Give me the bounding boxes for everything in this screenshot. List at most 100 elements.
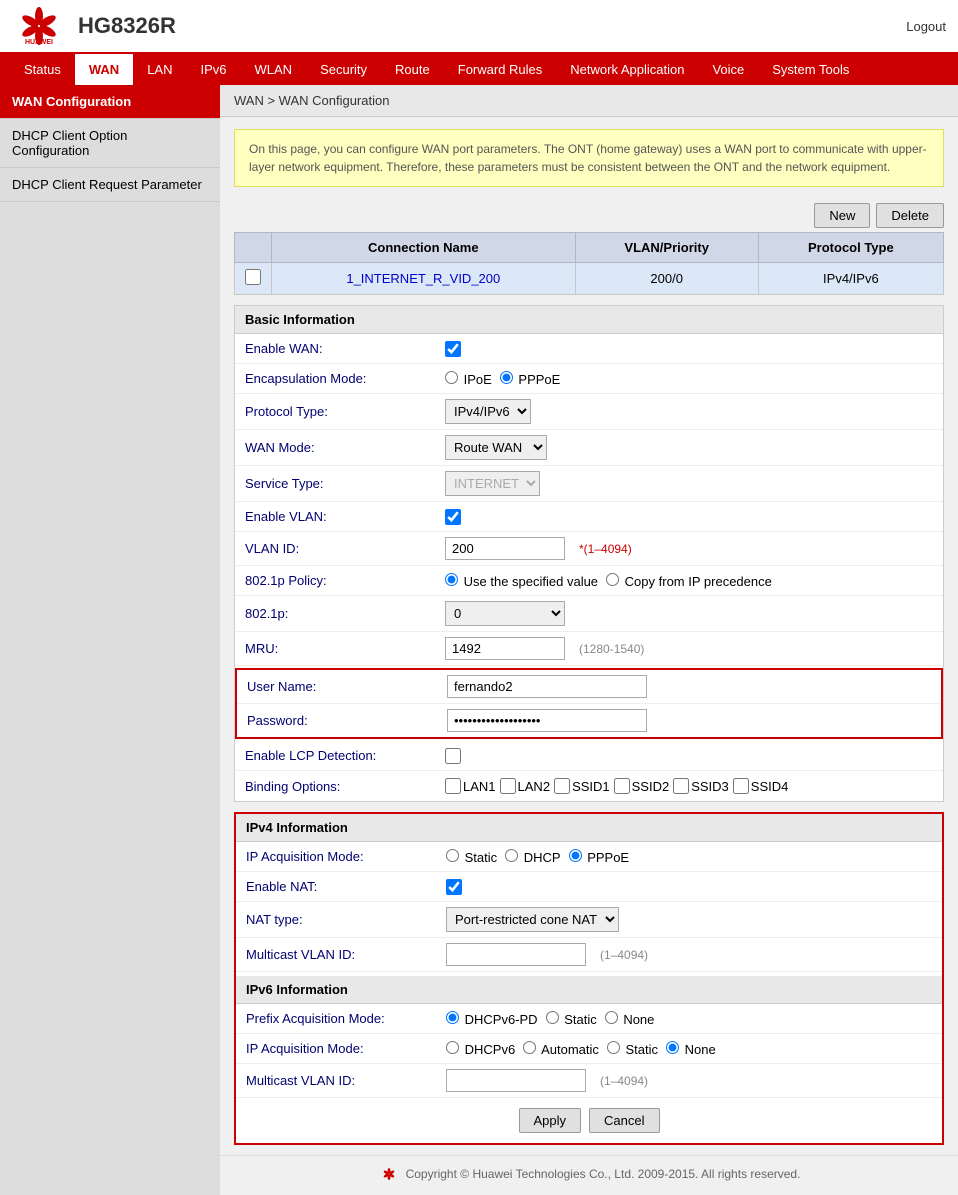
ipv6-static-label[interactable]: Static [607, 1041, 658, 1057]
use-specified-label[interactable]: Use the specified value [445, 573, 598, 589]
nav-item-route[interactable]: Route [381, 54, 444, 85]
vlan-id-row: VLAN ID: *(1–4094) [235, 532, 943, 566]
dhcpv6pd-label[interactable]: DHCPv6-PD [446, 1011, 538, 1027]
pppoe-label[interactable]: PPPoE [500, 371, 561, 387]
automatic-label[interactable]: Automatic [523, 1041, 599, 1057]
protocol-type-select[interactable]: IPv4/IPv6 [445, 399, 531, 424]
use-specified-radio[interactable] [445, 573, 458, 586]
binding-control: LAN1 LAN2 SSID1 SSID2 SSID3 SSID4 [445, 778, 933, 794]
service-type-control: INTERNET [445, 471, 933, 496]
col-vlan-priority: VLAN/Priority [575, 233, 758, 263]
nav-item-wan[interactable]: WAN [75, 54, 133, 85]
nav-item-ipv6[interactable]: IPv6 [187, 54, 241, 85]
static-label[interactable]: Static [446, 849, 497, 865]
ipoe-radio[interactable] [445, 371, 458, 384]
encapsulation-row: Encapsulation Mode: IPoE PPPoE [235, 364, 943, 394]
lan2-binding[interactable]: LAN2 [500, 778, 551, 794]
main-nav: Status WAN LAN IPv6 WLAN Security Route … [0, 54, 958, 85]
nav-item-status[interactable]: Status [10, 54, 75, 85]
ssid4-checkbox[interactable] [733, 778, 749, 794]
row-checkbox[interactable] [245, 269, 261, 285]
ipv6-none-radio[interactable] [666, 1041, 679, 1054]
logout-button[interactable]: Logout [906, 19, 946, 34]
ipv6-multicast-row: Multicast VLAN ID: (1–4094) [236, 1064, 942, 1098]
col-connection-name: Connection Name [272, 233, 576, 263]
service-type-row: Service Type: INTERNET [235, 466, 943, 502]
multicast-vlan-input[interactable] [446, 943, 586, 966]
nav-item-system-tools[interactable]: System Tools [758, 54, 863, 85]
delete-button[interactable]: Delete [876, 203, 944, 228]
pppoe-ipacq-radio[interactable] [569, 849, 582, 862]
nav-item-wlan[interactable]: WLAN [241, 54, 307, 85]
sidebar-item-wan-config[interactable]: WAN Configuration [0, 85, 220, 119]
dhcp-label[interactable]: DHCP [505, 849, 560, 865]
nav-item-voice[interactable]: Voice [698, 54, 758, 85]
copy-ip-label[interactable]: Copy from IP precedence [606, 573, 772, 589]
footer-logo: Copyright © Huawei Technologies Co., Ltd… [378, 1166, 801, 1182]
ssid1-checkbox[interactable] [554, 778, 570, 794]
mru-input[interactable] [445, 637, 565, 660]
ssid4-binding[interactable]: SSID4 [733, 778, 789, 794]
enable-vlan-checkbox[interactable] [445, 509, 461, 525]
table-actions: New Delete [220, 199, 958, 232]
apply-button[interactable]: Apply [519, 1108, 582, 1133]
static-radio[interactable] [446, 849, 459, 862]
ipv6-multicast-input[interactable] [446, 1069, 586, 1092]
new-button[interactable]: New [814, 203, 870, 228]
val-8021p-select[interactable]: 0 1234567 [445, 601, 565, 626]
connection-name-cell[interactable]: 1_INTERNET_R_VID_200 [272, 263, 576, 295]
vlan-id-input[interactable] [445, 537, 565, 560]
protocol-type-control: IPv4/IPv6 [445, 399, 933, 424]
pppoe-ipacq-label[interactable]: PPPoE [569, 849, 630, 865]
dhcpv6-radio[interactable] [446, 1041, 459, 1054]
ssid1-binding[interactable]: SSID1 [554, 778, 610, 794]
nav-item-lan[interactable]: LAN [133, 54, 186, 85]
nat-type-row: NAT type: Port-restricted cone NAT Full … [236, 902, 942, 938]
ssid2-checkbox[interactable] [614, 778, 630, 794]
enable-nat-checkbox[interactable] [446, 879, 462, 895]
lan1-binding[interactable]: LAN1 [445, 778, 496, 794]
lan2-checkbox[interactable] [500, 778, 516, 794]
dhcpv6-label[interactable]: DHCPv6 [446, 1041, 515, 1057]
encapsulation-label: Encapsulation Mode: [245, 371, 445, 386]
dhcp-radio[interactable] [505, 849, 518, 862]
nat-type-control: Port-restricted cone NAT Full cone NAT R… [446, 907, 932, 932]
ip-acq-row: IP Acquisition Mode: Static DHCP PPPoE [236, 842, 942, 872]
sidebar-item-dhcp-option[interactable]: DHCP Client Option Configuration [0, 119, 220, 168]
multicast-vlan-label: Multicast VLAN ID: [246, 947, 446, 962]
lan1-checkbox[interactable] [445, 778, 461, 794]
val-8021p-label: 802.1p: [245, 606, 445, 621]
ssid2-binding[interactable]: SSID2 [614, 778, 670, 794]
username-input[interactable] [447, 675, 647, 698]
ipv6-static-radio[interactable] [607, 1041, 620, 1054]
prefix-none-label[interactable]: None [605, 1011, 655, 1027]
enable-lcp-checkbox[interactable] [445, 748, 461, 764]
prefix-none-radio[interactable] [605, 1011, 618, 1024]
ssid3-checkbox[interactable] [673, 778, 689, 794]
pppoe-radio[interactable] [500, 371, 513, 384]
ipv6-none-label[interactable]: None [666, 1041, 716, 1057]
nav-item-forward-rules[interactable]: Forward Rules [444, 54, 557, 85]
sidebar-item-dhcp-request[interactable]: DHCP Client Request Parameter [0, 168, 220, 202]
form-actions: Apply Cancel [236, 1098, 942, 1143]
nav-item-security[interactable]: Security [306, 54, 381, 85]
ssid3-binding[interactable]: SSID3 [673, 778, 729, 794]
wan-mode-select[interactable]: Route WAN Bridge WAN [445, 435, 547, 460]
enable-wan-label: Enable WAN: [245, 341, 445, 356]
cancel-button[interactable]: Cancel [589, 1108, 659, 1133]
ipoe-label[interactable]: IPoE [445, 371, 492, 387]
prefix-static-radio[interactable] [546, 1011, 559, 1024]
user-pass-group: User Name: Password: [235, 668, 943, 739]
dhcpv6pd-radio[interactable] [446, 1011, 459, 1024]
enable-wan-checkbox[interactable] [445, 341, 461, 357]
policy-8021p-row: 802.1p Policy: Use the specified value C… [235, 566, 943, 596]
service-type-select[interactable]: INTERNET [445, 471, 540, 496]
page-layout: WAN Configuration DHCP Client Option Con… [0, 85, 958, 1195]
password-input[interactable] [447, 709, 647, 732]
nav-item-network-application[interactable]: Network Application [556, 54, 698, 85]
nat-type-select[interactable]: Port-restricted cone NAT Full cone NAT R… [446, 907, 619, 932]
multicast-vlan-row: Multicast VLAN ID: (1–4094) [236, 938, 942, 972]
automatic-radio[interactable] [523, 1041, 536, 1054]
copy-ip-radio[interactable] [606, 573, 619, 586]
prefix-static-label[interactable]: Static [546, 1011, 597, 1027]
